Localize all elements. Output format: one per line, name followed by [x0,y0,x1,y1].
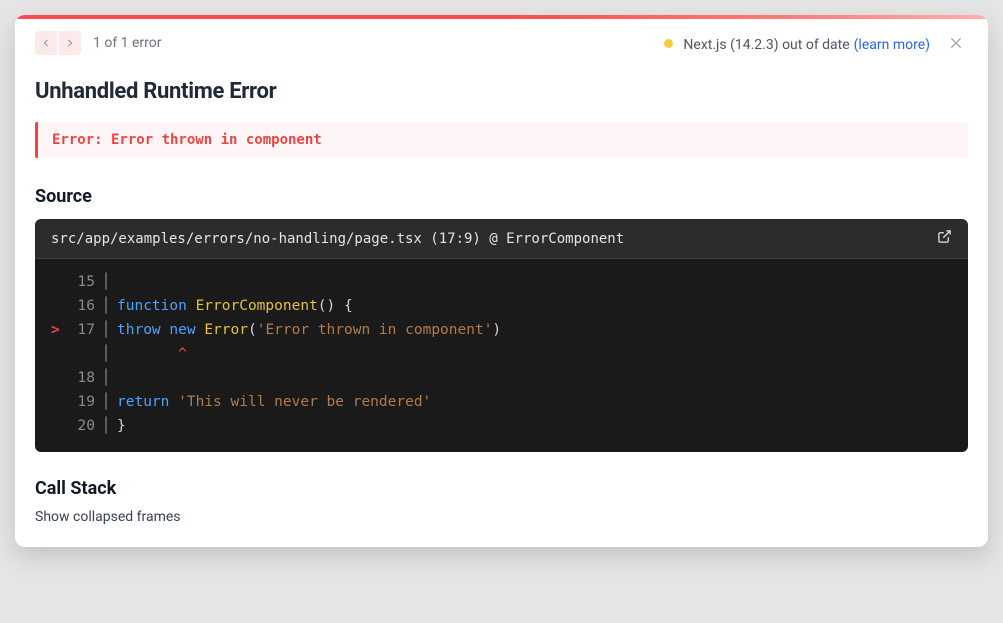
call-stack-heading: Call Stack [35,478,968,499]
code-content: } [117,415,126,439]
external-link-icon [937,229,952,244]
close-icon [948,35,964,51]
header-right-group: Next.js (14.2.3) out of date (learn more… [664,31,968,55]
source-file-location: src/app/examples/errors/no-handling/page… [51,231,624,247]
line-number: 17 [65,319,95,343]
error-dialog: 1 of 1 error Next.js (14.2.3) out of dat… [15,15,988,547]
error-title: Unhandled Runtime Error [35,79,968,104]
learn-more-link[interactable]: (learn more) [854,37,930,53]
next-error-button[interactable] [59,31,81,55]
dialog-header: 1 of 1 error Next.js (14.2.3) out of dat… [15,19,988,63]
source-code-block: 15 │ 16 │ function ErrorComponent() { > … [35,259,968,452]
error-message-box: Error: Error thrown in component [35,122,968,158]
version-label: Next.js (14.2.3) out of date [683,37,849,53]
header-left-group: 1 of 1 error [35,31,162,55]
code-line: 15 │ [51,271,952,295]
code-line: 16 │ function ErrorComponent() { [51,295,952,319]
error-caret: ^ [117,343,187,367]
source-heading: Source [35,186,968,207]
code-content: return 'This will never be rendered' [117,391,431,415]
code-line: 20 │ } [51,415,952,439]
prev-error-button[interactable] [35,31,57,55]
show-collapsed-frames-toggle[interactable]: Show collapsed frames [35,509,968,525]
error-nav-group [35,31,81,55]
line-number: 16 [65,295,95,319]
chevron-left-icon [40,37,52,49]
line-number: 18 [65,367,95,391]
close-button[interactable] [944,31,968,55]
code-content: throw new Error('Error thrown in compone… [117,319,501,343]
open-in-editor-button[interactable] [937,229,952,248]
version-status-text: Next.js (14.2.3) out of date (learn more… [683,34,930,53]
code-line: 19 │ return 'This will never be rendered… [51,391,952,415]
warning-dot-icon [664,39,673,48]
code-caret-line: │ ^ [51,343,952,367]
code-content: function ErrorComponent() { [117,295,353,319]
dialog-content: Unhandled Runtime Error Error: Error thr… [15,63,988,547]
chevron-right-icon [64,37,76,49]
line-number: 15 [65,271,95,295]
error-count-label: 1 of 1 error [93,35,162,51]
error-line-marker: > [51,319,65,343]
code-line: 18 │ [51,367,952,391]
line-number: 19 [65,391,95,415]
source-file-header: src/app/examples/errors/no-handling/page… [35,219,968,259]
line-number: 20 [65,415,95,439]
code-line-active: > 17 │ throw new Error('Error thrown in … [51,319,952,343]
